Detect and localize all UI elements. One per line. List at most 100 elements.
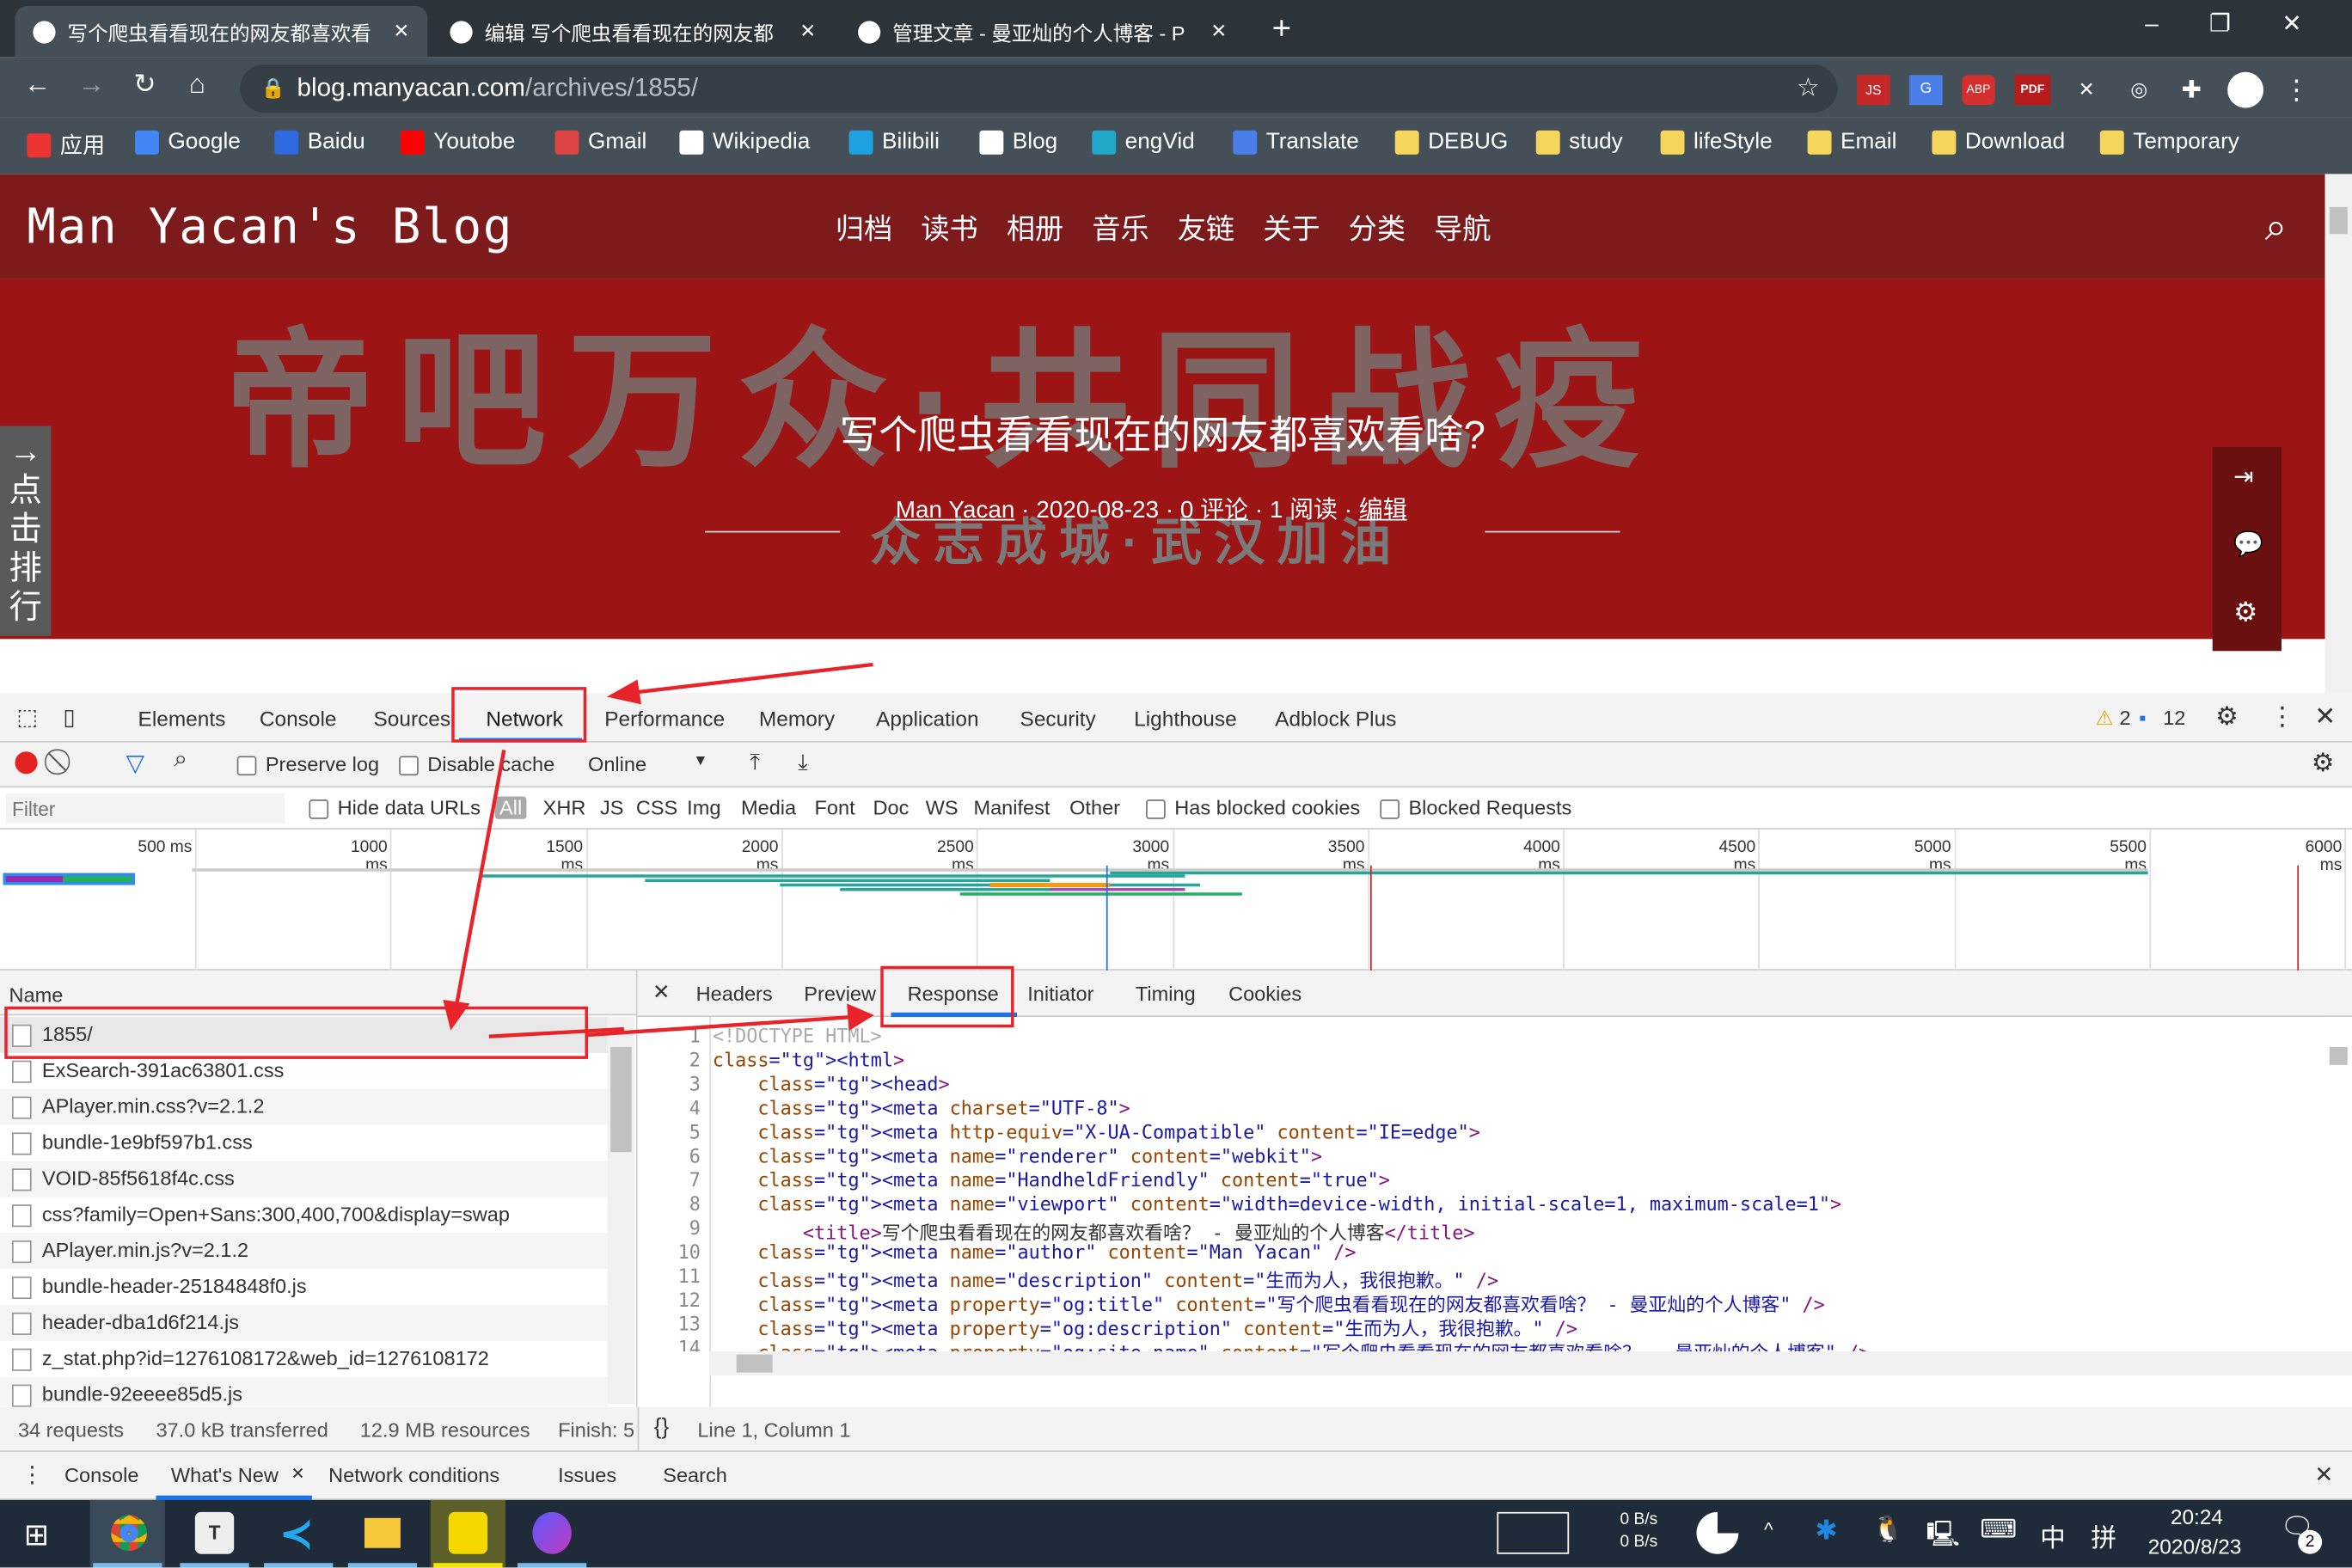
request-row[interactable]: VOID-85f5618f4c.css	[0, 1161, 608, 1197]
type-filter-ws[interactable]: WS	[926, 797, 959, 819]
type-filter-js[interactable]: JS	[600, 797, 624, 819]
request-row[interactable]: bundle-92eeee85d5.js	[0, 1376, 608, 1407]
glasses-extension-icon[interactable]: ◎	[2122, 78, 2155, 102]
type-filter-other[interactable]: Other	[1069, 797, 1120, 819]
pretty-print-icon[interactable]: {}	[654, 1414, 670, 1440]
request-row[interactable]: header-dba1d6f214.js	[0, 1305, 608, 1341]
bookmark-item[interactable]: Bilibili	[848, 129, 940, 155]
x-extension-icon[interactable]: ✕	[2070, 78, 2103, 102]
chrome-taskbar-icon[interactable]	[89, 1499, 165, 1568]
bookmark-item[interactable]: lifeStyle	[1660, 129, 1773, 155]
has-blocked-cookies-checkbox[interactable]: Has blocked cookies	[1146, 797, 1360, 819]
back-icon[interactable]: ←	[24, 69, 51, 101]
import-har-icon[interactable]: ⤒	[750, 750, 760, 775]
detail-tab-response[interactable]: Response	[908, 983, 999, 1005]
type-filter-doc[interactable]: Doc	[873, 797, 910, 819]
bookmark-item[interactable]: DEBUG	[1394, 129, 1508, 155]
type-filter-all[interactable]: All	[494, 796, 527, 819]
clock-time[interactable]: 20:24	[2171, 1504, 2223, 1528]
ranking-side-button[interactable]: →点击排行	[0, 426, 52, 636]
browser-tab-active[interactable]: 写个爬虫看看现在的网友都喜欢看 ✕	[15, 5, 428, 58]
response-hscrollbar[interactable]	[709, 1351, 2352, 1376]
ime-indicator[interactable]: 中	[2040, 1516, 2066, 1554]
network-icon[interactable]: 🖳	[1926, 1515, 1960, 1559]
bookmark-item[interactable]: Gmail	[554, 129, 646, 155]
windows-start-icon[interactable]: ⊞	[24, 1516, 49, 1554]
message-count[interactable]: 12	[2163, 707, 2185, 729]
inspect-element-icon[interactable]: ⬚	[16, 703, 38, 731]
detail-tab-cookies[interactable]: Cookies	[1228, 983, 1302, 1005]
bookmark-item[interactable]: Baidu	[274, 129, 365, 155]
close-drawer-icon[interactable]: ✕	[2314, 1461, 2333, 1488]
type-filter-media[interactable]: Media	[741, 797, 796, 819]
request-row[interactable]: 1855/	[0, 1017, 608, 1053]
settings-gear-icon[interactable]: ⚙	[2215, 702, 2239, 732]
type-filter-css[interactable]: CSS	[636, 797, 677, 819]
filter-icon[interactable]: ▽	[126, 749, 144, 779]
home-icon[interactable]: ⌂	[189, 69, 205, 101]
nav-item[interactable]: 音乐	[1092, 207, 1148, 248]
settings-icon[interactable]: ⚙	[2233, 597, 2257, 628]
close-tab-icon[interactable]: ✕	[799, 20, 816, 44]
bookmark-item[interactable]: 应用	[27, 129, 105, 161]
request-row[interactable]: APlayer.min.css?v=2.1.2	[0, 1088, 608, 1125]
qq-icon[interactable]: 🐧	[1872, 1515, 1904, 1545]
network-settings-icon[interactable]: ⚙	[2312, 749, 2335, 779]
js-extension-icon[interactable]: JS	[1857, 75, 1890, 106]
devtools-tab[interactable]: Security	[1020, 707, 1096, 731]
translate-extension-icon[interactable]: G	[1909, 75, 1943, 106]
post-comments[interactable]: 0 评论	[1180, 498, 1248, 524]
site-title[interactable]: Man Yacan's Blog	[27, 198, 513, 254]
tray-app-icon[interactable]: ✱	[1815, 1515, 1837, 1547]
file-explorer-taskbar-icon[interactable]	[345, 1500, 420, 1568]
nav-item[interactable]: 读书	[921, 207, 977, 248]
drawer-tab[interactable]: Issues	[558, 1464, 616, 1486]
nav-item[interactable]: 导航	[1434, 207, 1491, 248]
request-row[interactable]: bundle-header-25184848f0.js	[0, 1269, 608, 1305]
request-row[interactable]: bundle-1e9bf597b1.css	[0, 1125, 608, 1161]
login-icon[interactable]: ⇥	[2233, 462, 2253, 492]
search-icon[interactable]: ⌕	[174, 747, 187, 774]
performance-monitor-icon[interactable]	[1497, 1511, 1570, 1554]
show-hidden-icons-icon[interactable]: ^	[1764, 1518, 1773, 1540]
nav-item[interactable]: 友链	[1178, 207, 1234, 248]
close-tab-icon[interactable]: ✕	[1210, 20, 1227, 44]
type-filter-img[interactable]: Img	[687, 797, 720, 819]
bookmark-item[interactable]: study	[1535, 129, 1623, 155]
drawer-menu-icon[interactable]: ⋮	[21, 1461, 43, 1488]
detail-tab-preview[interactable]: Preview	[804, 983, 876, 1005]
close-whats-new-icon[interactable]: ✕	[291, 1464, 305, 1484]
menu-icon[interactable]: ⋮	[2283, 74, 2310, 106]
warning-count[interactable]: 2	[2120, 707, 2131, 729]
detail-tab-timing[interactable]: Timing	[1136, 983, 1196, 1005]
bookmark-item[interactable]: Wikipedia	[679, 129, 810, 155]
request-row[interactable]: ExSearch-391ac63801.css	[0, 1053, 608, 1089]
adblock-extension-icon[interactable]: ABP	[1962, 75, 1995, 106]
devtools-tab[interactable]: Sources	[373, 707, 450, 731]
keyboard-icon[interactable]: ⌨	[1980, 1515, 2017, 1545]
export-har-icon[interactable]: ⤓	[798, 750, 808, 775]
browser-tab[interactable]: 编辑 写个爬虫看看现在的网友都 ✕	[432, 6, 835, 57]
ime-mode-icon[interactable]: 拼	[2091, 1516, 2116, 1554]
disable-cache-checkbox[interactable]: Disable cache	[399, 753, 554, 775]
detail-tab-initiator[interactable]: Initiator	[1027, 983, 1093, 1005]
bookmark-item[interactable]: engVid	[1092, 129, 1195, 155]
bookmark-item[interactable]: Blog	[979, 129, 1057, 155]
clock-date[interactable]: 2020/8/23	[2148, 1534, 2242, 1559]
drawer-tab[interactable]: Network conditions	[328, 1464, 499, 1486]
pdf-extension-icon[interactable]: PDF	[2014, 75, 2051, 106]
devtools-tab[interactable]: Memory	[759, 707, 835, 731]
address-bar[interactable]: 🔒 blog.manyacan.com/archives/1855/ ☆	[240, 64, 1838, 113]
type-filter-manifest[interactable]: Manifest	[973, 797, 1050, 819]
nav-item[interactable]: 归档	[836, 207, 892, 248]
close-devtools-icon[interactable]: ✕	[2314, 702, 2336, 732]
blocked-requests-checkbox[interactable]: Blocked Requests	[1380, 797, 1571, 819]
nav-item[interactable]: 分类	[1349, 207, 1406, 248]
devtools-tab[interactable]: Network	[486, 707, 563, 731]
pycharm-taskbar-icon[interactable]	[430, 1499, 506, 1568]
drawer-tab[interactable]: Console	[64, 1464, 138, 1486]
response-vscrollbar[interactable]	[2324, 1017, 2352, 1351]
throttle-select[interactable]: Online ▼	[588, 753, 708, 775]
nav-item[interactable]: 相册	[1007, 207, 1063, 248]
bookmark-item[interactable]: Download	[1932, 129, 2065, 155]
